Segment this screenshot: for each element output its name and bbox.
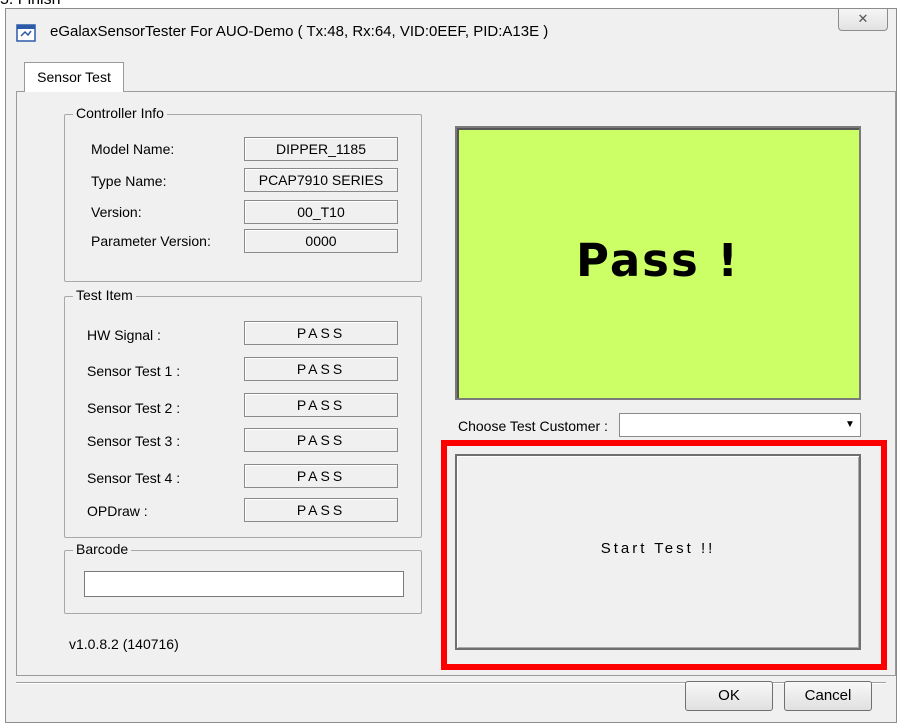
tab-sensor-test[interactable]: Sensor Test [24, 62, 124, 92]
choose-customer-label: Choose Test Customer : [458, 418, 608, 434]
choose-customer-select[interactable]: ▼ [619, 413, 861, 437]
sensor-test-3-result: PASS [244, 428, 398, 452]
window-title: eGalaxSensorTester For AUO-Demo ( Tx:48,… [50, 23, 549, 40]
version-field: 00_T10 [244, 200, 398, 224]
barcode-group: Barcode [64, 541, 422, 614]
sensor-test-4-result: PASS [244, 464, 398, 488]
test-item-group: Test Item HW Signal : PASS Sensor Test 1… [64, 287, 422, 538]
app-window: eGalaxSensorTester For AUO-Demo ( Tx:48,… [5, 8, 897, 723]
opdraw-result: PASS [244, 498, 398, 522]
sensor-test-2-result: PASS [244, 393, 398, 417]
parameter-version-field: 0000 [244, 229, 398, 253]
sensor-test-2-label: Sensor Test 2 : [87, 400, 181, 416]
parameter-version-label: Parameter Version: [91, 233, 211, 249]
type-name-field: PCAP7910 SERIES [244, 168, 398, 192]
sensor-test-1-label: Sensor Test 1 : [87, 363, 181, 379]
controller-info-legend: Controller Info [73, 105, 167, 121]
sensor-test-3-label: Sensor Test 3 : [87, 433, 181, 449]
app-icon [16, 24, 36, 42]
start-test-label: Start Test !! [600, 540, 716, 557]
test-item-legend: Test Item [73, 287, 136, 303]
opdraw-label: OPDraw : [87, 503, 148, 519]
cancel-button[interactable]: Cancel [784, 681, 872, 711]
start-test-button[interactable]: Start Test !! [455, 454, 861, 650]
ok-button[interactable]: OK [685, 681, 773, 711]
close-button[interactable]: ✕ [838, 9, 888, 31]
controller-info-group: Controller Info Model Name: DIPPER_1185 … [64, 105, 422, 282]
chevron-down-icon[interactable]: ▼ [841, 415, 859, 435]
close-icon: ✕ [857, 11, 869, 26]
model-name-field: DIPPER_1185 [244, 137, 398, 161]
hw-signal-label: HW Signal : [87, 327, 161, 343]
sensor-test-1-result: PASS [244, 357, 398, 381]
result-panel: Pass ! [455, 126, 861, 400]
version-label: Version: [91, 204, 142, 220]
barcode-input[interactable] [84, 571, 404, 597]
sensor-test-4-label: Sensor Test 4 : [87, 470, 181, 486]
tab-page: Controller Info Model Name: DIPPER_1185 … [16, 91, 896, 676]
hw-signal-result: PASS [244, 321, 398, 345]
version-text: v1.0.8.2 (140716) [69, 636, 179, 652]
type-name-label: Type Name: [91, 173, 167, 189]
model-name-label: Model Name: [91, 141, 175, 157]
result-text: Pass ! [576, 234, 740, 287]
barcode-legend: Barcode [73, 541, 132, 557]
title-bar: eGalaxSensorTester For AUO-Demo ( Tx:48,… [6, 9, 896, 49]
